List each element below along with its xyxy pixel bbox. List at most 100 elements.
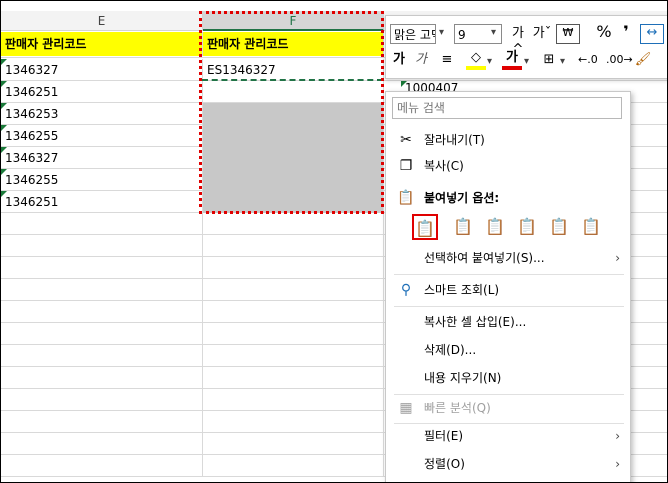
cell-f[interactable] <box>203 367 384 389</box>
cell-value: 1346327 <box>5 63 59 77</box>
cell-e[interactable]: 1346253 <box>1 103 203 125</box>
menu-item-clear-contents[interactable]: 내용 지우기(N) <box>386 366 630 390</box>
menu-item-quick-analysis: ▦ 빠른 분석(Q) <box>386 396 630 420</box>
italic-icon[interactable]: 가 <box>412 52 430 68</box>
paste-options-heading: 📋 붙여넣기 옵션: <box>386 186 630 210</box>
menu-item-paste-special[interactable]: 선택하여 붙여넣기(S)... › <box>386 246 630 270</box>
cell-value: 1346253 <box>5 107 59 121</box>
accounting-format-icon[interactable]: ₩ <box>556 24 580 44</box>
cell-e[interactable] <box>1 323 203 345</box>
cell-e[interactable]: 1346327 <box>1 59 203 81</box>
menu-separator <box>394 394 624 395</box>
percent-icon[interactable]: % <box>594 24 614 40</box>
menu-item-copy[interactable]: ❐ 복사(C) <box>386 154 630 178</box>
menu-item-cut[interactable]: ✂ 잘라내기(T) <box>386 128 630 152</box>
fill-color-icon[interactable]: ◇ <box>466 50 486 70</box>
cell-e[interactable] <box>1 389 203 411</box>
cell-e[interactable] <box>1 345 203 367</box>
cell-e[interactable]: 1346255 <box>1 125 203 147</box>
cell-e[interactable] <box>1 455 203 477</box>
menu-item-label: 복사(C) <box>424 159 464 173</box>
cell-e[interactable] <box>1 433 203 455</box>
menu-item-sort[interactable]: 정렬(O) › <box>386 452 630 476</box>
cell-value: 1346251 <box>5 85 59 99</box>
cell-e[interactable] <box>1 367 203 389</box>
cell-e[interactable]: 1346251 <box>1 191 203 213</box>
cell-value: 1346327 <box>5 151 59 165</box>
menu-item-delete[interactable]: 삭제(D)... <box>386 338 630 362</box>
menu-item-label: 빠른 분석(Q) <box>424 401 491 415</box>
quick-analysis-icon: ▦ <box>399 400 413 416</box>
paste-transpose-icon[interactable]: 📋 <box>514 214 540 240</box>
decrease-font-icon[interactable]: 가ˇ <box>532 26 552 42</box>
error-indicator-icon <box>1 125 7 131</box>
cell-e[interactable]: 1346327 <box>1 147 203 169</box>
menu-item-label: 내용 지우기(N) <box>424 371 502 385</box>
cell-value: 1346251 <box>5 195 59 209</box>
cell-value: 1346255 <box>5 173 59 187</box>
chevron-down-icon[interactable]: ▾ <box>439 27 444 38</box>
align-center-icon[interactable]: ≡ <box>436 52 458 68</box>
menu-item-insert-copied[interactable]: 복사한 셀 삽입(E)... <box>386 310 630 334</box>
cell-e[interactable]: 1346251 <box>1 81 203 103</box>
font-name-select[interactable]: 맑은 고딕 <box>390 24 436 44</box>
chevron-down-icon[interactable]: ▾ <box>487 56 492 67</box>
chevron-down-icon[interactable]: ▾ <box>560 56 565 67</box>
cell-f[interactable] <box>203 345 384 367</box>
chevron-right-icon: › <box>615 429 620 443</box>
cell-f[interactable] <box>203 389 384 411</box>
increase-decimal-icon[interactable]: .00→ <box>606 52 633 68</box>
cell-f[interactable] <box>203 279 384 301</box>
paste-formulas-icon[interactable]: 📋 <box>482 214 508 240</box>
decrease-decimal-icon[interactable]: ←.0 <box>578 52 598 68</box>
cell-e-header[interactable]: 판매자 관리코드 <box>1 32 203 56</box>
cell-e[interactable] <box>1 279 203 301</box>
format-painter-icon[interactable]: 🖌 <box>634 52 652 68</box>
chevron-down-icon[interactable]: ▾ <box>524 56 529 67</box>
menu-item-smart-lookup[interactable]: ⚲ 스마트 조회(L) <box>386 278 630 302</box>
paste-icon[interactable]: 📋 <box>412 214 438 240</box>
clipboard-icon: 📋 <box>397 190 415 206</box>
cell-e[interactable] <box>1 235 203 257</box>
menu-item-label: 삭제(D)... <box>424 343 477 357</box>
cell-f[interactable] <box>203 257 384 279</box>
excel-window: E F G 판매자 관리코드 판매자 관리코드 1346327 ES134632… <box>0 0 668 483</box>
comma-icon[interactable]: ❜ <box>618 24 634 40</box>
cell-e[interactable] <box>1 411 203 433</box>
cell-f[interactable] <box>203 301 384 323</box>
cell-f[interactable] <box>203 323 384 345</box>
menu-item-label: 정렬(O) <box>424 457 465 471</box>
error-indicator-icon <box>1 103 7 109</box>
chevron-down-icon: ▾ <box>491 27 497 38</box>
menu-separator <box>394 274 624 275</box>
cell-f[interactable] <box>203 213 384 235</box>
chevron-right-icon: › <box>615 457 620 471</box>
scissors-icon: ✂ <box>400 132 412 148</box>
merge-center-icon[interactable]: ↔ <box>640 24 664 44</box>
menu-item-label: 붙여넣기 옵션: <box>424 191 500 205</box>
cell-e[interactable] <box>1 257 203 279</box>
paste-formatting-icon[interactable]: 📋 <box>546 214 572 240</box>
menu-item-filter[interactable]: 필터(E) › <box>386 424 630 448</box>
column-header-e[interactable]: E <box>1 11 203 31</box>
cell-value: 1346255 <box>5 129 59 143</box>
cell-f[interactable] <box>203 411 384 433</box>
cell-e[interactable]: 1346255 <box>1 169 203 191</box>
menu-item-label: 스마트 조회(L) <box>424 283 500 297</box>
error-indicator-icon <box>1 59 7 65</box>
error-indicator-icon <box>1 81 7 87</box>
paste-values-icon[interactable]: 📋 <box>450 214 476 240</box>
search-icon: ⚲ <box>400 282 412 298</box>
bold-icon[interactable]: 가 <box>390 52 408 68</box>
menu-item-label: 복사한 셀 삽입(E)... <box>424 315 527 329</box>
cell-f[interactable] <box>203 235 384 257</box>
cell-e[interactable] <box>1 301 203 323</box>
cell-f[interactable] <box>203 433 384 455</box>
font-color-icon[interactable]: 가 <box>502 50 522 70</box>
paste-link-icon[interactable]: 📋 <box>578 214 604 240</box>
menu-search-input[interactable]: 메뉴 검색 <box>392 97 622 119</box>
selection-highlight <box>199 11 384 214</box>
cell-f[interactable] <box>203 455 384 477</box>
cell-e[interactable] <box>1 213 203 235</box>
borders-icon[interactable]: ⊞ <box>540 52 558 68</box>
